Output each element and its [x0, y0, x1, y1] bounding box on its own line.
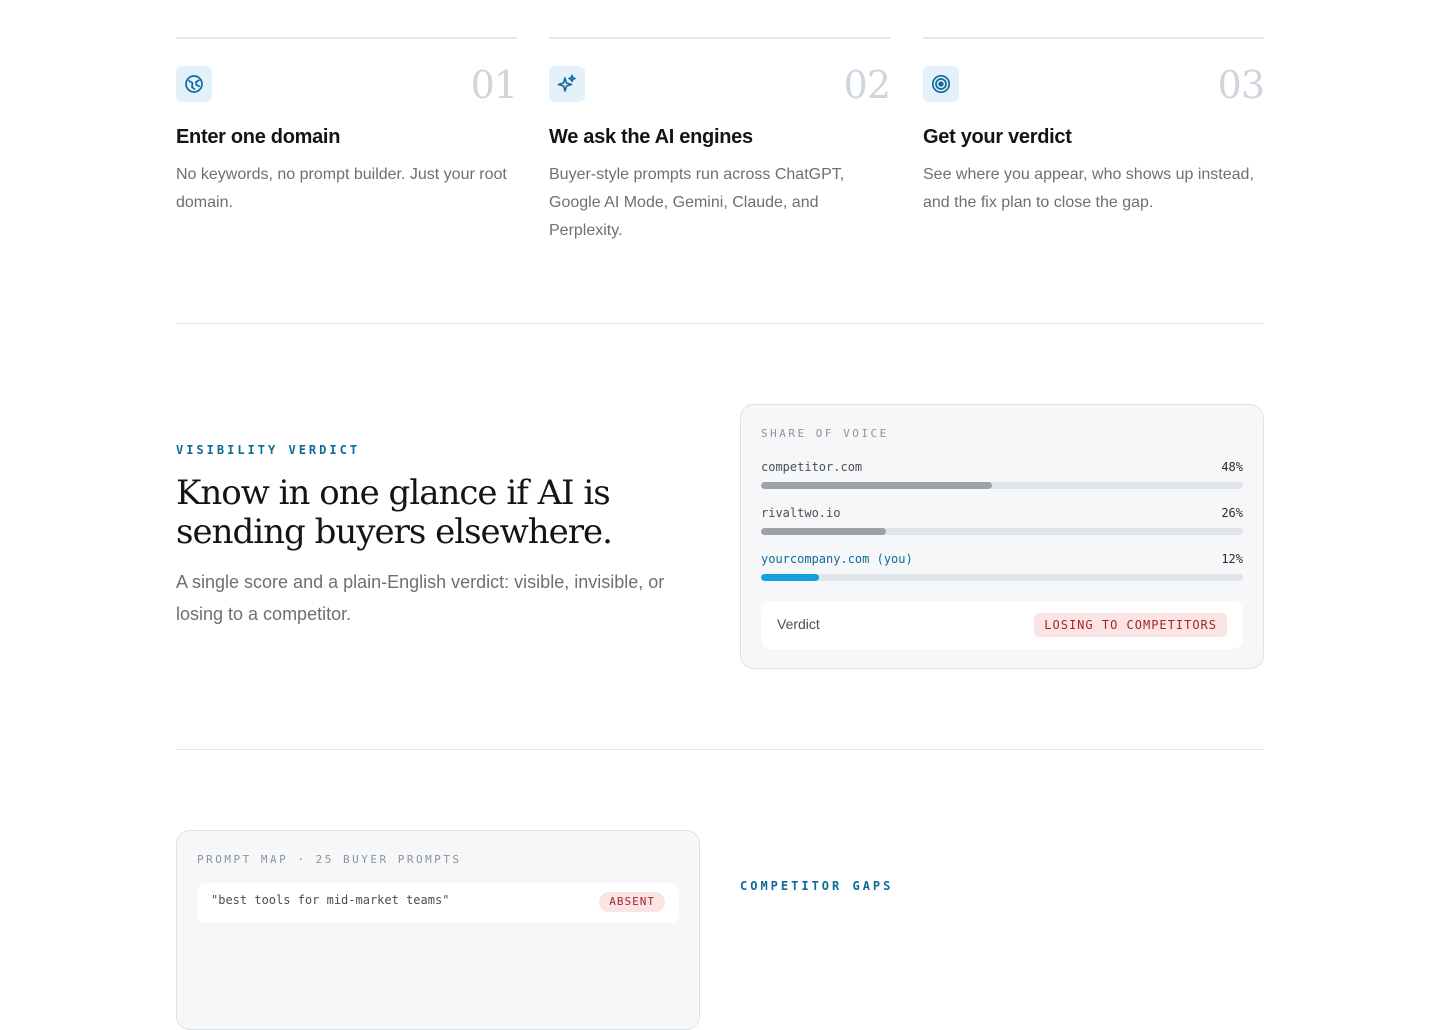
- prompt-status-badge: ABSENT: [599, 892, 665, 912]
- verdict-label: Verdict: [777, 616, 820, 632]
- prompt-map-card: PROMPT MAP · 25 BUYER PROMPTS "best tool…: [176, 830, 700, 1030]
- verdict-box: Verdict LOSING TO COMPETITORS: [761, 601, 1243, 649]
- target-icon: [923, 66, 959, 102]
- domain-name: yourcompany.com (you): [761, 552, 913, 566]
- step-title: We ask the AI engines: [549, 126, 753, 148]
- share-percent: 12%: [1221, 552, 1243, 566]
- share-bar-fill: [761, 574, 819, 581]
- step-title: Get your verdict: [923, 126, 1072, 148]
- step-3: 03 Get your verdict See where you appear…: [923, 37, 1265, 211]
- step-1: 01 Enter one domain No keywords, no prom…: [176, 37, 518, 211]
- step-description: See where you appear, who shows up inste…: [923, 166, 1254, 211]
- share-row-rival: rivaltwo.io 26%: [761, 506, 1243, 540]
- verdict-badge: LOSING TO COMPETITORS: [1034, 613, 1227, 637]
- share-row-you: yourcompany.com (you) 12%: [761, 552, 1243, 586]
- section-eyebrow: COMPETITOR GAPS: [740, 879, 894, 893]
- section-divider: [176, 749, 1264, 750]
- share-percent: 26%: [1221, 506, 1243, 520]
- share-percent: 48%: [1221, 460, 1243, 474]
- step-description: No keywords, no prompt builder. Just you…: [176, 166, 507, 211]
- share-bar-fill: [761, 528, 887, 535]
- share-row-competitor: competitor.com 48%: [761, 460, 1243, 494]
- section-lede: A single score and a plain-English verdi…: [176, 572, 665, 624]
- how-it-works-steps: 01 Enter one domain No keywords, no prom…: [176, 37, 1265, 247]
- share-bar-track: [761, 482, 1243, 489]
- step-title: Enter one domain: [176, 126, 341, 148]
- domain-name: rivaltwo.io: [761, 506, 841, 520]
- step-description: Buyer-style prompts run across ChatGPT, …: [549, 166, 845, 239]
- section-headline: Know in one glance if AI is sending buye…: [176, 473, 613, 552]
- prompt-row: "best tools for mid-market teams" ABSENT: [197, 883, 679, 923]
- domain-name: competitor.com: [761, 460, 863, 474]
- share-bar-fill: [761, 482, 993, 489]
- section-eyebrow: VISIBILITY VERDICT: [176, 443, 361, 457]
- share-bar-track: [761, 528, 1243, 535]
- step-2: 02 We ask the AI engines Buyer-style pro…: [549, 37, 891, 239]
- prompt-text: "best tools for mid-market teams": [211, 893, 450, 907]
- share-of-voice-card: SHARE OF VOICE competitor.com 48% rivalt…: [740, 404, 1264, 669]
- step-number: 01: [470, 63, 518, 107]
- step-number: 02: [843, 63, 891, 107]
- globe-icon: [176, 66, 212, 102]
- step-number: 03: [1217, 63, 1265, 107]
- card-label: SHARE OF VOICE: [761, 427, 889, 440]
- share-bar-track: [761, 574, 1243, 581]
- section-divider: [176, 323, 1264, 324]
- sparkles-icon: [549, 66, 585, 102]
- card-label: PROMPT MAP · 25 BUYER PROMPTS: [197, 853, 462, 866]
